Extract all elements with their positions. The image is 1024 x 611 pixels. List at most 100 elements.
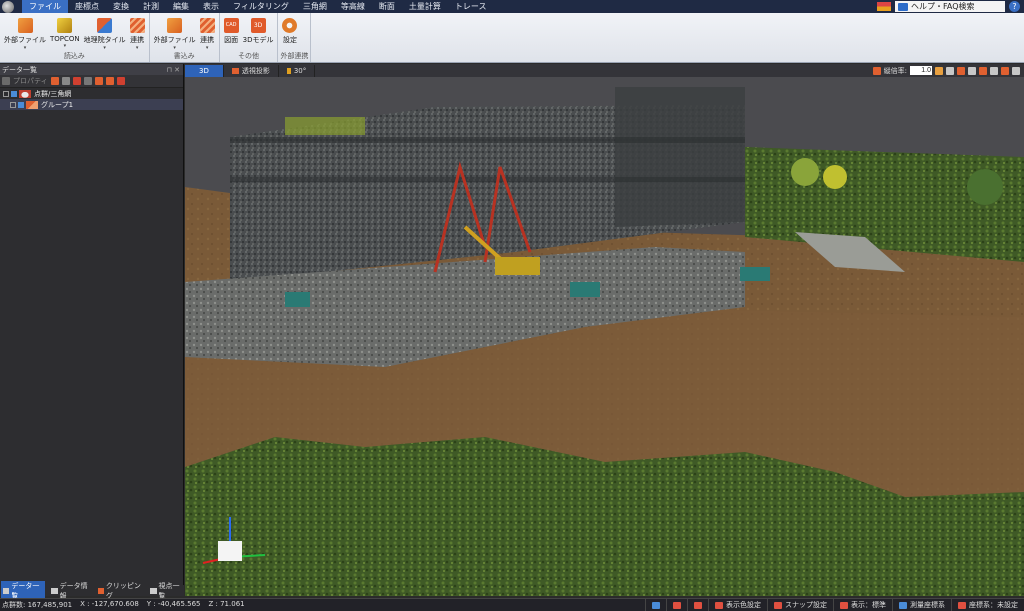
help-search-label: ヘルプ・FAQ検索 [911, 2, 975, 11]
tree-checkbox[interactable] [18, 101, 24, 108]
tree-item-label: グループ1 [41, 100, 74, 109]
target-icon [673, 601, 681, 609]
view-left-icon[interactable] [968, 66, 976, 75]
ribbon: 外部ファイル ▾ TOPCON ▾ 地理院タイル ▾ 連携 ▾ 読込み 外部ファ… [0, 13, 1024, 63]
coord-system-status[interactable]: 座標系：未設定 [951, 598, 1024, 611]
view-top-icon[interactable] [990, 66, 998, 75]
cad-icon: CAD [223, 18, 239, 33]
display-color-button[interactable]: 表示色設定 [708, 598, 767, 611]
flag-icon[interactable] [877, 2, 891, 11]
tree-expander[interactable] [10, 101, 16, 108]
view-right-icon[interactable] [979, 66, 987, 75]
tab-perspective[interactable]: 透視投影 [224, 64, 279, 77]
group-icon [26, 100, 38, 109]
ribbon-group-import: 外部ファイル ▾ TOPCON ▾ 地理院タイル ▾ 連携 ▾ 読込み [0, 13, 150, 62]
cursor-icon [652, 601, 660, 609]
tree-checkbox[interactable] [11, 90, 17, 97]
tab-3d[interactable]: 3D [185, 64, 224, 77]
tree-item-group[interactable]: グループ1 [0, 99, 183, 110]
expand-icon[interactable] [94, 77, 103, 85]
menu-measure[interactable]: 計測 [136, 0, 166, 13]
export-link-button[interactable]: 連携 ▾ [198, 15, 217, 51]
ribbon-group-export: 外部ファイル ▾ 連携 ▾ 書込み [150, 13, 220, 62]
warning-icon [958, 601, 966, 609]
coord-y: Y : -40,465.565 [146, 600, 201, 608]
palette-icon [715, 601, 723, 609]
3d-viewport[interactable]: 3D 透視投影 30° 縦倍率: [185, 64, 1024, 596]
tree-expander[interactable] [3, 90, 9, 97]
ribbon-group-label: 書込み [173, 52, 195, 60]
panel-toolbar: プロパティ [0, 75, 183, 88]
menu-contour[interactable]: 等高線 [334, 0, 372, 13]
file-import-icon [17, 18, 33, 33]
coord-system-icon [899, 601, 907, 609]
menu-filtering[interactable]: フィルタリング [226, 0, 296, 13]
properties-icon[interactable] [2, 77, 10, 85]
grid-icon [694, 601, 702, 609]
3d-model-icon: 3D [250, 18, 266, 33]
topcon-icon [57, 18, 73, 33]
panel-header: データ一覧 ⊓ ✕ [0, 64, 183, 75]
ribbon-group-label: その他 [238, 52, 260, 60]
import-gsi-tile-button[interactable]: 地理院タイル ▾ [82, 15, 128, 51]
help-search-box[interactable]: ヘルプ・FAQ検索 [895, 1, 1005, 12]
survey-coord-button[interactable]: 測量座標系 [892, 598, 951, 611]
import-external-file-button[interactable]: 外部ファイル ▾ [2, 15, 48, 51]
delete-icon[interactable] [72, 77, 81, 85]
menu-file[interactable]: ファイル [22, 0, 68, 13]
import-topcon-button[interactable]: TOPCON ▾ [48, 15, 82, 51]
file-export-icon [167, 18, 183, 33]
properties-label[interactable]: プロパティ [13, 76, 48, 86]
status-buttons: 表示色設定 スナップ設定 表示：標準 測量座標系 座標系：未設定 [645, 598, 1024, 611]
home-view-icon[interactable] [935, 66, 943, 75]
menu-points[interactable]: 座標点 [68, 0, 106, 13]
tree-item-label: 点群/三角網 [34, 89, 72, 98]
menu-section[interactable]: 断面 [372, 0, 402, 13]
status-tool-1[interactable] [645, 598, 666, 611]
settings-button[interactable]: 設定 [280, 15, 299, 51]
status-tool-2[interactable] [666, 598, 687, 611]
export-external-file-button[interactable]: 外部ファイル ▾ [152, 15, 198, 51]
view-bottom-icon[interactable] [1001, 66, 1009, 75]
drawing-button[interactable]: CAD 図面 [222, 15, 241, 51]
list-icon [3, 587, 10, 594]
vertical-scale-input[interactable] [910, 66, 932, 75]
link-export-icon [199, 18, 215, 33]
help-icon[interactable]: ? [1009, 1, 1020, 12]
refresh-icon[interactable] [116, 77, 125, 85]
clipping-icon [97, 587, 104, 594]
sort-icon[interactable] [83, 77, 92, 85]
menu-right-area: ヘルプ・FAQ検索 ? [877, 0, 1024, 13]
menu-trace[interactable]: トレース [448, 0, 494, 13]
app-logo[interactable] [2, 0, 14, 13]
tab-angle[interactable]: 30° [279, 64, 316, 77]
import-link-button[interactable]: 連携 ▾ [128, 15, 147, 51]
vertical-scale-label: 縦倍率: [883, 66, 907, 75]
snap-settings-button[interactable]: スナップ設定 [767, 598, 833, 611]
menu-volume[interactable]: 土量計算 [402, 0, 448, 13]
ribbon-group-label: 外部連携 [280, 52, 309, 60]
menu-tin[interactable]: 三角網 [296, 0, 334, 13]
collapse-icon[interactable] [105, 77, 114, 85]
coord-x: X : -127,670.608 [80, 600, 139, 608]
view-front-icon[interactable] [946, 66, 954, 75]
pin-icon[interactable] [50, 77, 59, 85]
panel-controls[interactable]: ⊓ ✕ [166, 66, 180, 74]
snap-icon [774, 601, 782, 609]
menu-bar: ファイル 座標点 変換 計測 編集 表示 フィルタリング 三角網 等高線 断面 … [0, 0, 1024, 13]
view-back-icon[interactable] [957, 66, 965, 75]
tree-item-pointcloud[interactable]: 点群/三角網 [0, 88, 183, 99]
display-icon [840, 601, 848, 609]
view-iso-icon[interactable] [1012, 66, 1020, 75]
app-window: ファイル 座標点 変換 計測 編集 表示 フィルタリング 三角網 等高線 断面 … [0, 0, 1024, 611]
pencil-icon[interactable] [61, 77, 70, 85]
point-cloud-scene[interactable] [185, 77, 1024, 596]
menu-edit[interactable]: 編集 [166, 0, 196, 13]
3d-model-button[interactable]: 3D 3Dモデル [241, 15, 276, 51]
menu-view[interactable]: 表示 [196, 0, 226, 13]
menu-transform[interactable]: 変換 [106, 0, 136, 13]
status-tool-3[interactable] [687, 598, 708, 611]
cloud-icon [19, 89, 31, 98]
display-mode-button[interactable]: 表示：標準 [833, 598, 892, 611]
panel-tabs: データ一覧 データ情報 クリッピング 視点一覧 [0, 580, 184, 601]
